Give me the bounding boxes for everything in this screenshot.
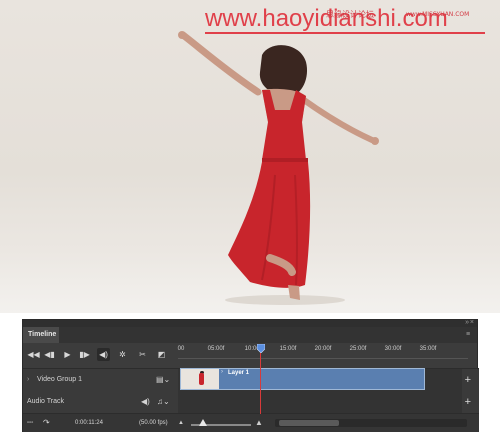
zoom-in-icon[interactable]: ▲ bbox=[255, 416, 263, 430]
video-frame-preview: www.haoyidianshi.com 思缘设计论坛 www.MISSYUAN… bbox=[0, 0, 500, 313]
ruler-tick: 20:00f bbox=[314, 346, 332, 352]
audio-track: Audio Track ◀) ♫⌄ + bbox=[23, 391, 479, 414]
transition-icon[interactable]: ◩ bbox=[155, 348, 168, 361]
ruler-tick: 15:00f bbox=[279, 346, 297, 352]
frame-rate: (50.00 fps) bbox=[139, 420, 168, 426]
timeline-status-bar: ▫▫▫ ↷ 0:00:11:24 (50.00 fps) ▲ ▲ bbox=[23, 414, 479, 432]
dancer-photo bbox=[178, 31, 379, 305]
current-timecode[interactable]: 0:00:11:24 bbox=[75, 414, 103, 432]
scissors-icon[interactable]: ✂ bbox=[136, 348, 149, 361]
time-ruler[interactable]: 00 05:00f 10:00f 15:00f 20:00f 25:00f 30… bbox=[178, 344, 468, 362]
clip-chevron-icon[interactable]: › bbox=[221, 369, 223, 375]
playhead-handle[interactable] bbox=[257, 344, 265, 353]
music-note-icon[interactable]: ♫⌄ bbox=[157, 391, 170, 413]
ruler-baseline bbox=[178, 358, 468, 359]
expand-chevron-icon[interactable]: › bbox=[27, 369, 29, 391]
close-icon[interactable]: × bbox=[470, 319, 474, 326]
clip-thumbnail bbox=[181, 369, 219, 389]
track-lane[interactable] bbox=[178, 391, 462, 413]
step-forward-icon[interactable]: ▮▶ bbox=[78, 348, 91, 361]
ruler-tick: 00 bbox=[177, 346, 185, 352]
timeline-panel: » × Timeline ≡ ◀◀ ◀▮ ▶ ▮▶ ◀) ✲ ✂ ◩ 00 05… bbox=[22, 319, 479, 432]
watermark-cn-text: 思缘设计论坛 bbox=[326, 10, 374, 19]
clip-label: Layer 1 bbox=[228, 370, 250, 376]
collapse-icon[interactable]: » bbox=[465, 319, 469, 326]
step-back-icon[interactable]: ◀▮ bbox=[43, 348, 56, 361]
add-audio-button[interactable]: + bbox=[465, 391, 471, 413]
panel-title-bar: » × bbox=[23, 319, 477, 327]
zoom-slider-thumb[interactable] bbox=[199, 419, 207, 426]
ruler-tick: 35:00f bbox=[419, 346, 437, 352]
playback-controls: ◀◀ ◀▮ ▶ ▮▶ ◀) ✲ ✂ ◩ bbox=[23, 344, 173, 366]
convert-icon[interactable]: ↷ bbox=[43, 414, 50, 432]
track-name: Audio Track bbox=[27, 398, 64, 405]
film-icon[interactable]: ▤⌄ bbox=[156, 369, 170, 391]
thumbnail-figure bbox=[199, 373, 204, 385]
skip-to-start-icon[interactable]: ◀◀ bbox=[27, 348, 40, 361]
gear-icon[interactable]: ✲ bbox=[116, 348, 129, 361]
watermark-underline bbox=[205, 32, 485, 34]
play-icon[interactable]: ▶ bbox=[61, 348, 74, 361]
ruler-tick: 05:00f bbox=[207, 346, 225, 352]
frames-icon[interactable]: ▫▫▫ bbox=[27, 414, 33, 432]
speaker-icon[interactable]: ◀) bbox=[141, 391, 150, 413]
track-name: Video Group 1 bbox=[37, 376, 83, 383]
speaker-icon[interactable]: ◀) bbox=[97, 348, 110, 361]
video-clip[interactable]: › Layer 1 bbox=[180, 368, 425, 390]
tab-timeline[interactable]: Timeline bbox=[23, 327, 59, 343]
ruler-tick: 30:00f bbox=[384, 346, 402, 352]
ruler-tick: 25:00f bbox=[349, 346, 367, 352]
watermark-url-text: www.MISSYUAN.COM bbox=[406, 11, 470, 18]
tab-strip bbox=[23, 327, 477, 343]
panel-menu-icon[interactable]: ≡ bbox=[466, 331, 473, 338]
scrollbar-thumb[interactable] bbox=[279, 420, 339, 426]
add-media-button[interactable]: + bbox=[465, 369, 471, 391]
zoom-out-icon[interactable]: ▲ bbox=[178, 416, 184, 430]
